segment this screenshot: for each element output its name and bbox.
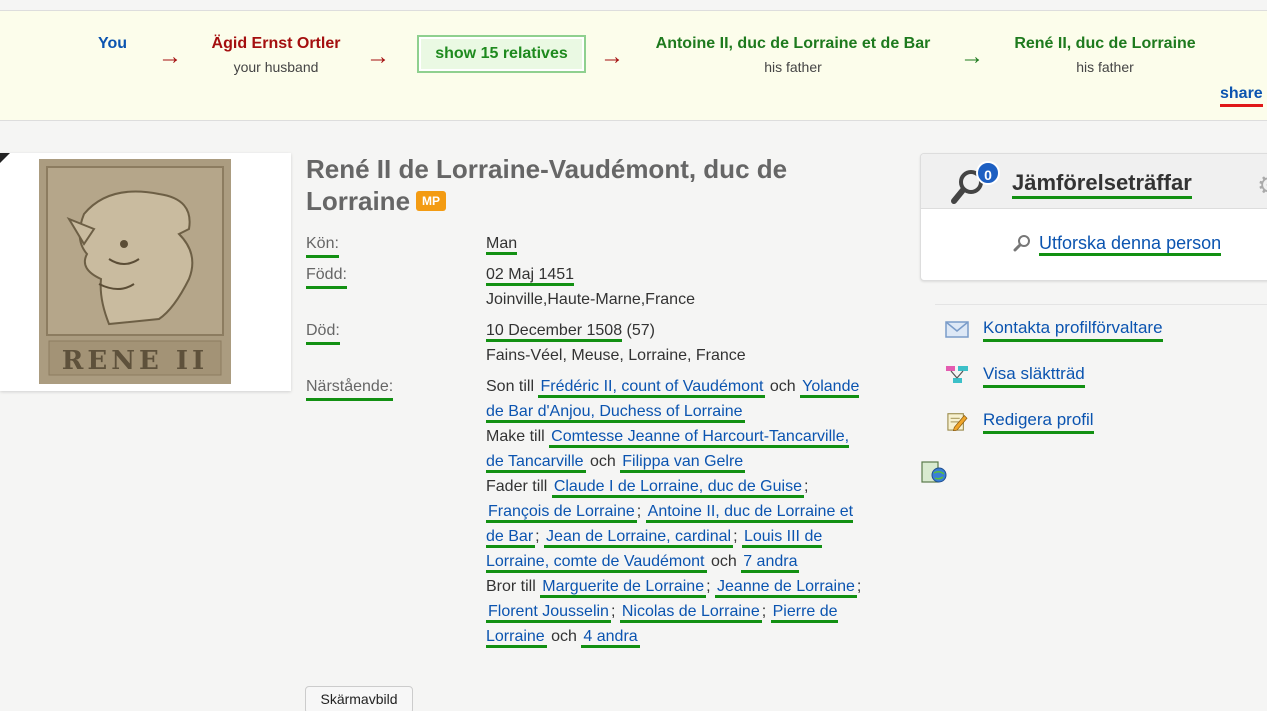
relation-father-of: Fader till <box>486 478 548 495</box>
separator: ; <box>761 603 767 620</box>
divider <box>935 304 1267 305</box>
sibling-link[interactable]: Jeanne de Lorraine <box>715 578 857 598</box>
born-place: Joinville,Haute-Marne,France <box>486 291 695 308</box>
sibling-link[interactable]: Marguerite de Lorraine <box>540 578 707 598</box>
edit-icon <box>947 413 968 431</box>
born-value: 02 Maj 1451 Joinville,Haute-Marne,France <box>486 262 871 312</box>
show-relatives-button[interactable]: show 15 relatives <box>417 35 586 73</box>
child-link[interactable]: Claude I de Lorraine, duc de Guise <box>551 478 804 498</box>
rel-name[interactable]: Ägid Ernst Ortler <box>196 35 356 53</box>
profile-photo[interactable]: RENE II <box>39 159 231 384</box>
child-link[interactable]: Jean de Lorraine, cardinal <box>544 528 734 548</box>
match-header: 0 Jämförelseträffar ⚙ <box>921 154 1267 209</box>
match-title[interactable]: Jämförelseträffar <box>1012 170 1192 199</box>
and-text: och <box>769 378 796 395</box>
separator: ; <box>610 603 616 620</box>
corner-decoration <box>0 153 10 163</box>
mp-badge[interactable]: MP <box>416 191 447 211</box>
relation-brother-of: Bror till <box>486 578 536 595</box>
separator: ; <box>856 578 862 595</box>
arrow-right-icon: → <box>158 43 182 70</box>
died-label: Död: <box>306 321 340 345</box>
gender-label: Kön: <box>306 234 339 258</box>
relatives-label: Närstående: <box>306 377 394 401</box>
sibling-link[interactable]: Florent Jousselin <box>486 603 611 623</box>
rel-sub: his father <box>764 59 822 75</box>
rel-node-you[interactable]: You <box>98 35 127 53</box>
globe-book-icon[interactable] <box>920 460 948 484</box>
more-siblings-link[interactable]: 4 andra <box>581 628 640 648</box>
profile-name: René II de Lorraine-Vaudémont, duc de Lo… <box>306 154 788 216</box>
died-age: (57) <box>626 322 655 339</box>
separator: ; <box>733 528 738 545</box>
profile-photo-card: RENE II <box>0 153 291 391</box>
died-date: 10 December 1508 <box>486 322 623 342</box>
match-box: 0 Jämförelseträffar ⚙ Utforska denna per… <box>920 153 1267 281</box>
search-icon <box>1013 235 1030 252</box>
page-title: René II de Lorraine-Vaudémont, duc de Lo… <box>306 153 866 217</box>
share-link[interactable]: share <box>1220 85 1263 107</box>
rel-node-father-in-law[interactable]: Antoine II, duc de Lorraine et de Bar hi… <box>645 35 941 75</box>
screenshot-button[interactable]: Skärmavbild <box>305 686 413 711</box>
separator: ; <box>535 528 540 545</box>
arrow-right-icon: → <box>960 43 984 70</box>
born-label: Född: <box>306 265 347 289</box>
rel-name[interactable]: You <box>98 35 127 53</box>
relatives-value: Son till Frédéric II, count of Vaudémont… <box>486 374 871 649</box>
explore-person-link[interactable]: Utforska denna person <box>1039 233 1222 256</box>
rel-name[interactable]: Antoine II, duc de Lorraine et de Bar <box>645 35 941 53</box>
separator: ; <box>636 503 642 520</box>
parent-link[interactable]: Frédéric II, count of Vaudémont <box>538 378 766 398</box>
photo-inscription: RENE II <box>61 346 209 376</box>
relationship-bar: You → Ägid Ernst Ortler your husband → s… <box>0 10 1267 121</box>
rel-node-husband[interactable]: Ägid Ernst Ortler your husband <box>196 35 356 75</box>
child-link[interactable]: François de Lorraine <box>486 503 637 523</box>
died-place: Fains-Véel, Meuse, Lorraine, France <box>486 347 746 364</box>
rel-sub: his father <box>1076 59 1134 75</box>
match-count-badge: 0 <box>976 161 1000 185</box>
gender-value: Man <box>486 231 871 256</box>
separator: ; <box>803 478 809 495</box>
relation-son-of: Son till <box>486 378 535 395</box>
born-date: 02 Maj 1451 <box>486 266 575 286</box>
relation-husband-of: Make till <box>486 428 545 445</box>
rel-name[interactable]: René II, duc de Lorraine <box>1004 35 1206 53</box>
mail-icon <box>945 321 969 338</box>
separator: ; <box>706 578 711 595</box>
and-text: och <box>551 628 577 645</box>
tree-icon <box>946 366 968 383</box>
spouse-link[interactable]: Filippa van Gelre <box>620 453 746 473</box>
sibling-link[interactable]: Nicolas de Lorraine <box>619 603 762 623</box>
gear-icon[interactable]: ⚙ <box>1257 170 1267 201</box>
more-children-link[interactable]: 7 andra <box>741 553 800 573</box>
rel-node-current[interactable]: René II, duc de Lorraine his father <box>1004 35 1206 75</box>
died-value: 10 December 1508 (57) Fains-Véel, Meuse,… <box>486 318 871 368</box>
arrow-right-icon: → <box>600 43 624 70</box>
and-text: och <box>710 553 737 570</box>
rel-sub: your husband <box>233 59 319 75</box>
and-text: och <box>590 453 616 470</box>
arrow-right-icon: → <box>366 43 390 70</box>
